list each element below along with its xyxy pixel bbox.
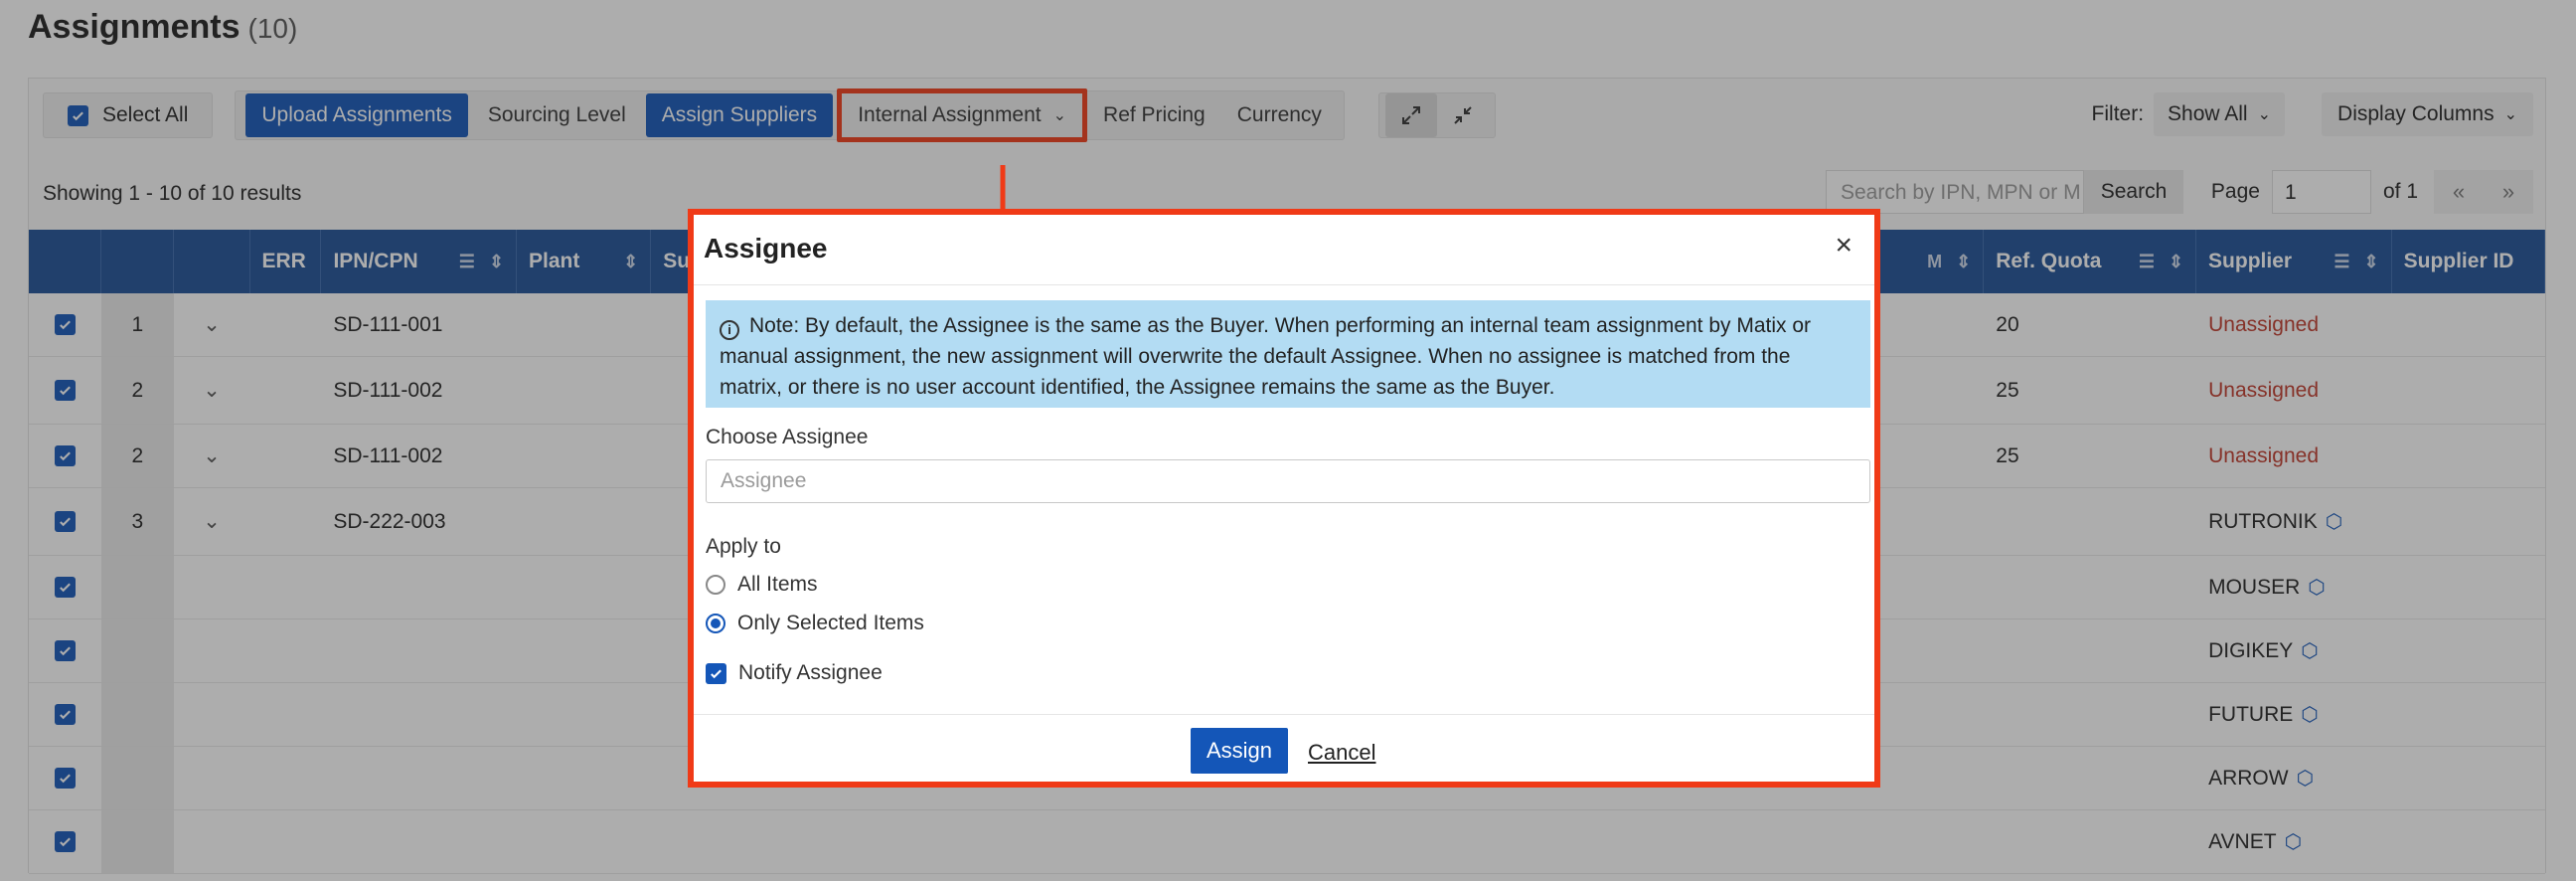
notify-assignee-label: Notify Assignee [738,661,883,684]
choose-assignee-label: Choose Assignee [706,426,869,448]
modal-footer-divider [694,714,1874,715]
close-icon[interactable]: × [1835,229,1852,263]
radio-all-items[interactable]: All Items [706,573,818,597]
modal-divider [694,284,1874,285]
radio-unchecked-icon [706,575,725,595]
radio-selected-items-label: Only Selected Items [737,612,924,634]
radio-checked-icon [706,614,725,633]
assign-button[interactable]: Assign [1191,728,1288,774]
note-text: Note: By default, the Assignee is the sa… [720,314,1812,399]
cancel-link[interactable]: Cancel [1308,740,1375,766]
assignee-modal: Assignee × i Note: By default, the Assign… [688,209,1880,788]
assignee-input[interactable] [706,459,1870,503]
notify-assignee-checkbox[interactable]: Notify Assignee [706,661,883,685]
radio-selected-items[interactable]: Only Selected Items [706,612,924,635]
info-note: i Note: By default, the Assignee is the s… [706,300,1870,408]
modal-title: Assignee [704,233,828,264]
apply-to-label: Apply to [706,535,781,558]
checkbox-checked-icon [706,662,726,684]
info-icon: i [720,319,739,340]
radio-all-items-label: All Items [737,573,818,596]
